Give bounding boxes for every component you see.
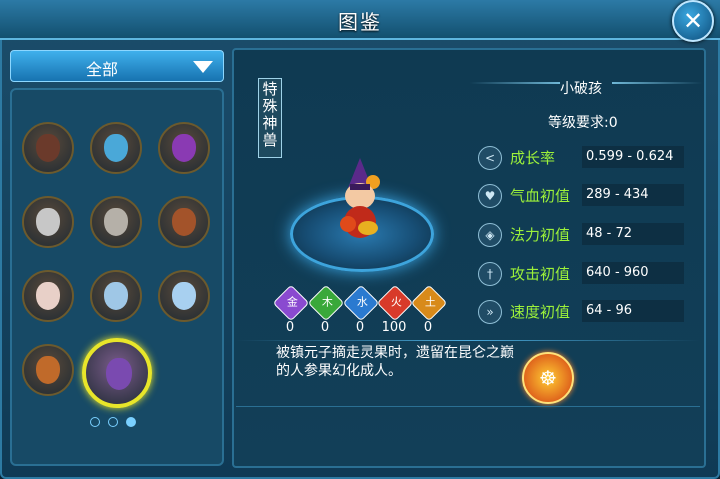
pet-slot[interactable] bbox=[22, 344, 74, 396]
level-requirement: 等级要求:0 bbox=[548, 115, 618, 131]
pet-avatar bbox=[104, 282, 128, 310]
heart-icon: ♥ bbox=[478, 184, 502, 208]
pet-avatar bbox=[172, 208, 196, 236]
pet-avatar bbox=[36, 208, 60, 236]
chevron-down-icon bbox=[193, 61, 213, 73]
page-dot[interactable] bbox=[108, 417, 118, 427]
pet-slot[interactable] bbox=[90, 122, 142, 174]
pet-name: 小破孩 bbox=[560, 81, 602, 97]
close-icon: ✕ bbox=[682, 7, 704, 35]
divider bbox=[236, 340, 700, 341]
pet-avatar bbox=[104, 208, 128, 236]
window-title: 图鉴 bbox=[338, 10, 382, 34]
skill-icon[interactable]: ☸ bbox=[522, 352, 574, 404]
pet-detail-panel bbox=[232, 48, 706, 468]
pet-slot[interactable] bbox=[90, 196, 142, 248]
pet-avatar bbox=[104, 134, 128, 162]
pet-slot[interactable] bbox=[22, 122, 74, 174]
stat-hp: ♥ 气血初值 289 - 434 bbox=[478, 184, 688, 208]
sword-icon: † bbox=[478, 262, 502, 286]
pet-model bbox=[340, 158, 380, 238]
element-value: 0 bbox=[320, 320, 330, 335]
stat-value: 640 - 960 bbox=[582, 262, 684, 284]
pet-slot[interactable] bbox=[22, 196, 74, 248]
name-ornament-right bbox=[612, 82, 702, 84]
page-indicator bbox=[86, 412, 140, 431]
stat-value: 289 - 434 bbox=[582, 184, 684, 206]
shield-icon: ◈ bbox=[478, 223, 502, 247]
stat-value: 64 - 96 bbox=[582, 300, 684, 322]
element-value: 0 bbox=[423, 320, 433, 335]
stat-label: 法力初值 bbox=[510, 226, 571, 244]
page-dot[interactable] bbox=[90, 417, 100, 427]
pet-slot[interactable] bbox=[90, 270, 142, 322]
page-dot-active[interactable] bbox=[126, 417, 136, 427]
pet-description: 被镇元子摘走灵果时，遗留在昆仑之巅的人参果幻化成人。 bbox=[276, 345, 514, 379]
stat-growth: < 成长率 0.599 - 0.624 bbox=[478, 146, 688, 170]
pet-avatar bbox=[36, 134, 60, 162]
category-dropdown[interactable]: 全部 bbox=[10, 50, 224, 82]
stat-mp: ◈ 法力初值 48 - 72 bbox=[478, 223, 688, 247]
category-tag: 特殊神兽 bbox=[258, 78, 282, 158]
stat-value: 0.599 - 0.624 bbox=[582, 146, 684, 168]
pet-slot-selected[interactable] bbox=[82, 338, 152, 408]
element-value: 0 bbox=[285, 320, 295, 335]
boot-icon: » bbox=[478, 300, 502, 324]
category-dropdown-label: 全部 bbox=[85, 60, 118, 79]
pet-avatar bbox=[172, 134, 196, 162]
pet-slot[interactable] bbox=[158, 196, 210, 248]
pet-slot[interactable] bbox=[158, 270, 210, 322]
element-value: 100 bbox=[381, 320, 407, 335]
stat-label: 成长率 bbox=[510, 149, 556, 167]
pet-avatar bbox=[172, 282, 196, 310]
stat-label: 气血初值 bbox=[510, 187, 571, 205]
title-bar: 图鉴 bbox=[0, 0, 720, 40]
stat-value: 48 - 72 bbox=[582, 223, 684, 245]
close-button[interactable]: ✕ bbox=[672, 0, 714, 42]
stat-label: 攻击初值 bbox=[510, 265, 571, 283]
name-ornament-left bbox=[470, 82, 560, 84]
divider bbox=[236, 406, 700, 407]
pet-slot[interactable] bbox=[22, 270, 74, 322]
share-icon: < bbox=[478, 146, 502, 170]
pet-avatar bbox=[106, 358, 132, 390]
stat-speed: » 速度初值 64 - 96 bbox=[478, 300, 688, 324]
pet-avatar bbox=[36, 282, 60, 310]
element-value: 0 bbox=[355, 320, 365, 335]
pet-slot[interactable] bbox=[158, 122, 210, 174]
stat-label: 速度初值 bbox=[510, 303, 571, 321]
stat-attack: † 攻击初值 640 - 960 bbox=[478, 262, 688, 286]
pet-avatar bbox=[36, 356, 60, 384]
